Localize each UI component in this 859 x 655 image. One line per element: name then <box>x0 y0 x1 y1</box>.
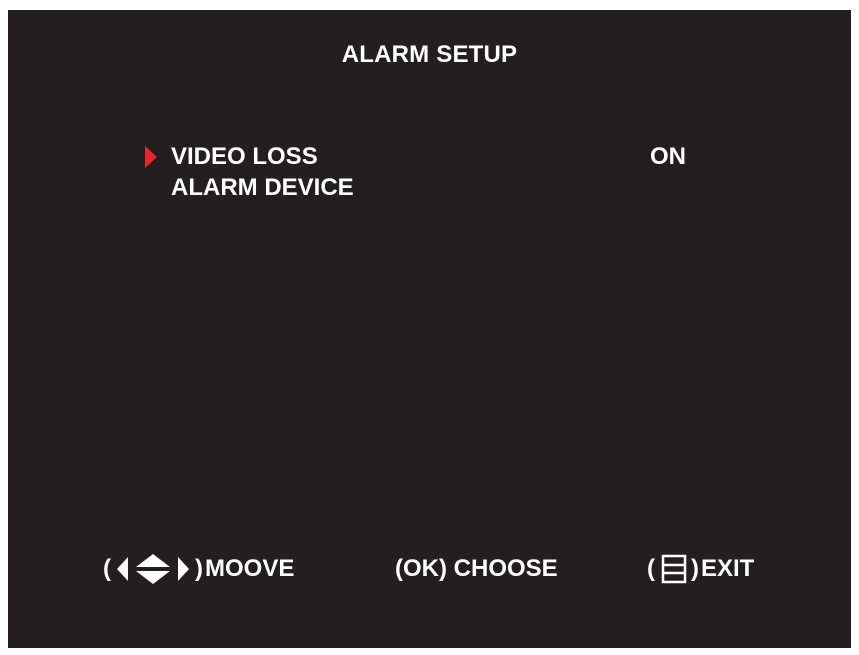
menu-icon <box>661 554 687 584</box>
open-paren: ( <box>103 555 111 582</box>
close-paren: ) <box>691 555 699 582</box>
osd-screen: ALARM SETUP VIDEO LOSS ON ALARM DEVICE (… <box>8 10 851 648</box>
footer-move-hint: ( ) MOOVE <box>103 552 294 586</box>
menu-item-video-loss[interactable]: VIDEO LOSS ON <box>138 143 698 173</box>
menu-item-label: VIDEO LOSS <box>171 143 318 170</box>
exit-label: EXIT <box>701 555 755 582</box>
menu-item-value[interactable]: ON <box>650 143 686 171</box>
selection-cursor-icon <box>145 146 157 168</box>
arrow-keys-icon <box>113 552 193 586</box>
choose-label: (OK) CHOOSE <box>395 555 558 582</box>
close-paren: ) <box>195 555 203 582</box>
footer-choose-hint: (OK) CHOOSE <box>395 552 558 586</box>
footer-exit-hint: ( ) EXIT <box>647 552 754 586</box>
page-title: ALARM SETUP <box>341 41 518 68</box>
move-label: MOOVE <box>205 555 295 582</box>
menu-item-alarm-device[interactable]: ALARM DEVICE <box>138 174 698 204</box>
menu-item-label: ALARM DEVICE <box>171 174 354 201</box>
open-paren: ( <box>647 555 655 582</box>
